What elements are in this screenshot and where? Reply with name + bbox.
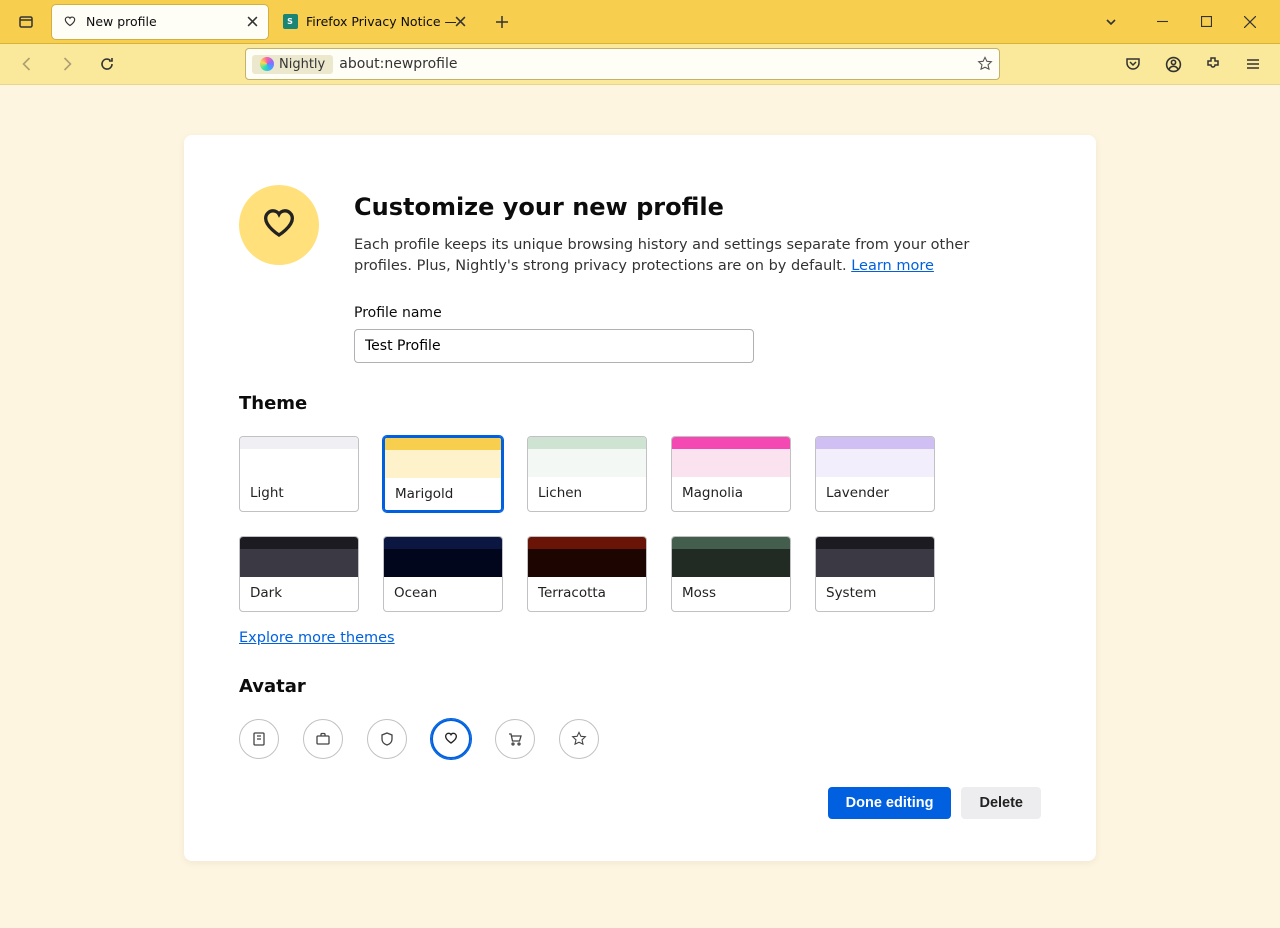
identity-label: Nightly xyxy=(279,57,325,72)
shield-icon xyxy=(379,731,395,747)
minimize-button[interactable] xyxy=(1140,3,1184,41)
theme-label: Dark xyxy=(240,577,358,601)
avatar-briefcase-icon[interactable] xyxy=(303,719,343,759)
titlebar: New profile S Firefox Privacy Notice — M… xyxy=(0,0,1280,44)
theme-terracotta[interactable]: Terracotta xyxy=(527,536,647,612)
tab-firefox-privacy[interactable]: S Firefox Privacy Notice — Mozilla xyxy=(272,5,476,39)
maximize-button[interactable] xyxy=(1184,3,1228,41)
avatar-shield-icon[interactable] xyxy=(367,719,407,759)
account-button[interactable] xyxy=(1156,49,1190,79)
theme-label: System xyxy=(816,577,934,601)
avatar-heading: Avatar xyxy=(239,676,1041,697)
themes-grid: Light Marigold Lichen Magnolia Lavender Dark O… xyxy=(239,436,1041,612)
theme-label: Marigold xyxy=(385,478,501,502)
briefcase-icon xyxy=(315,731,331,747)
heart-icon xyxy=(443,731,459,747)
recent-browsing-button[interactable] xyxy=(8,7,44,37)
mozilla-icon: S xyxy=(282,14,298,30)
tab-label: Firefox Privacy Notice — Mozilla xyxy=(306,14,456,29)
theme-label: Lichen xyxy=(528,477,646,501)
app-menu-button[interactable] xyxy=(1236,49,1270,79)
theme-label: Moss xyxy=(672,577,790,601)
book-icon xyxy=(251,731,267,747)
identity-box[interactable]: Nightly xyxy=(252,55,333,74)
theme-magnolia[interactable]: Magnolia xyxy=(671,436,791,512)
content-area: Customize your new profile Each profile … xyxy=(0,85,1280,891)
delete-button[interactable]: Delete xyxy=(961,787,1041,819)
profile-name-input[interactable] xyxy=(354,329,754,363)
forward-button[interactable] xyxy=(50,49,84,79)
close-icon[interactable] xyxy=(450,12,470,32)
theme-lavender[interactable]: Lavender xyxy=(815,436,935,512)
theme-label: Magnolia xyxy=(672,477,790,501)
url-text: about:newprofile xyxy=(339,56,971,72)
avatar-heart-icon[interactable] xyxy=(431,719,471,759)
theme-label: Terracotta xyxy=(528,577,646,601)
theme-system[interactable]: System xyxy=(815,536,935,612)
avatar-book-icon[interactable] xyxy=(239,719,279,759)
theme-moss[interactable]: Moss xyxy=(671,536,791,612)
theme-marigold[interactable]: Marigold xyxy=(383,436,503,512)
close-window-button[interactable] xyxy=(1228,3,1272,41)
theme-dark[interactable]: Dark xyxy=(239,536,359,612)
done-editing-button[interactable]: Done editing xyxy=(828,787,952,819)
profile-avatar-preview xyxy=(239,185,319,265)
avatar-cart-icon[interactable] xyxy=(495,719,535,759)
close-icon[interactable] xyxy=(242,12,262,32)
avatar-star-icon[interactable] xyxy=(559,719,599,759)
profile-card: Customize your new profile Each profile … xyxy=(184,135,1096,861)
pocket-button[interactable] xyxy=(1116,49,1150,79)
extensions-button[interactable] xyxy=(1196,49,1230,79)
new-tab-button[interactable] xyxy=(486,6,518,38)
tab-label: New profile xyxy=(86,14,157,29)
theme-label: Ocean xyxy=(384,577,502,601)
reload-button[interactable] xyxy=(90,49,124,79)
tab-new-profile[interactable]: New profile xyxy=(52,5,268,39)
heart-icon xyxy=(62,14,78,30)
theme-lichen[interactable]: Lichen xyxy=(527,436,647,512)
page-description: Each profile keeps its unique browsing h… xyxy=(354,235,1014,277)
theme-light[interactable]: Light xyxy=(239,436,359,512)
firefox-icon xyxy=(260,57,274,71)
list-tabs-button[interactable] xyxy=(1094,7,1128,37)
bookmark-star-icon[interactable] xyxy=(977,56,993,72)
learn-more-link[interactable]: Learn more xyxy=(851,258,934,274)
back-button[interactable] xyxy=(10,49,44,79)
page-title: Customize your new profile xyxy=(354,193,1014,221)
theme-label: Lavender xyxy=(816,477,934,501)
url-bar[interactable]: Nightly about:newprofile xyxy=(245,48,1000,80)
cart-icon xyxy=(507,731,523,747)
theme-heading: Theme xyxy=(239,393,1041,414)
theme-label: Light xyxy=(240,477,358,501)
theme-ocean[interactable]: Ocean xyxy=(383,536,503,612)
avatar-row xyxy=(239,719,1041,759)
star-icon xyxy=(571,731,587,747)
profile-name-label: Profile name xyxy=(354,305,1014,321)
nav-toolbar: Nightly about:newprofile xyxy=(0,44,1280,85)
explore-themes-link[interactable]: Explore more themes xyxy=(239,630,395,646)
